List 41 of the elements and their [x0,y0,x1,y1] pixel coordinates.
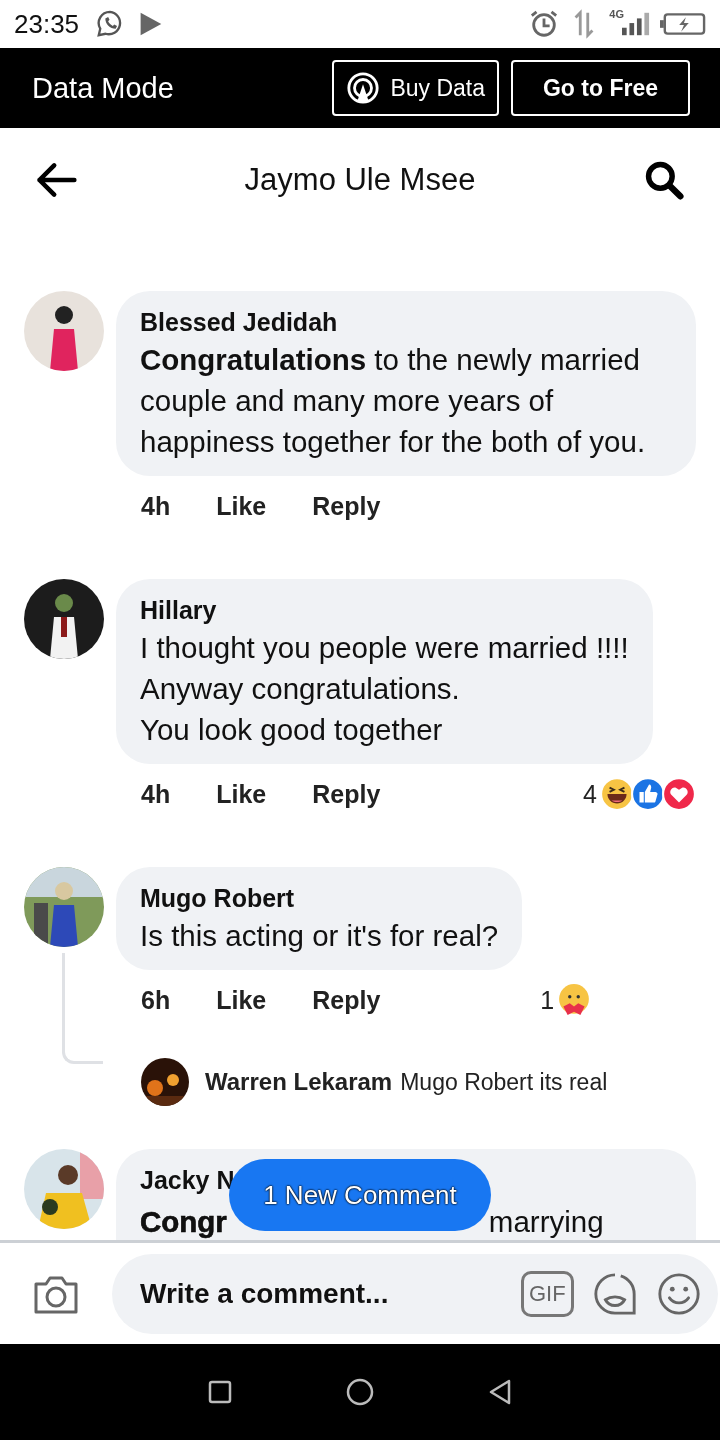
laughing-reaction-icon [600,777,634,811]
comment-text: I thought you people were married !!!! Anyway congratulations. You look good together [140,630,629,748]
comment-author[interactable]: Hillary [140,593,629,627]
like-link[interactable]: Like [216,491,267,521]
broadcast-icon [346,71,381,105]
reply-author[interactable]: Warren Lekaram [205,1068,393,1096]
comment-text: marrying [488,1204,604,1240]
buy-data-button[interactable]: Buy Data [332,60,499,116]
comment-time: 6h [141,985,171,1015]
reaction-count: 4 [583,779,597,809]
data-mode-title: Data Mode [32,71,174,105]
status-time: 23:35 [14,8,80,40]
alarm-icon [529,9,560,39]
comment-text: Is this acting or it's for real? [140,918,499,954]
reaction-count: 1 [540,985,555,1015]
reply-text: Mugo Robert its real [400,1068,608,1096]
go-to-free-button[interactable]: Go to Free [511,60,690,116]
network-type: 4G [609,8,624,20]
comment-author[interactable]: Mugo Robert [140,881,499,915]
comment-text: Congratulations to the newly married couple and many more years of happiness together for the both of you. [140,342,647,460]
battery-icon [660,12,706,36]
comment-input-field[interactable]: Write a comment... GIF [112,1253,718,1334]
comment-author[interactable]: Blessed Jedidah [140,305,672,339]
like-link[interactable]: Like [216,779,267,809]
comment-time: 4h [141,491,171,521]
reply-link[interactable]: Reply [312,491,381,521]
like-link[interactable]: Like [216,985,267,1015]
back-arrow-icon[interactable] [34,160,78,200]
comment-time: 4h [141,779,171,809]
signal-icon [622,12,650,36]
reply-link[interactable]: Reply [312,985,381,1015]
emoji-icon[interactable] [655,1270,702,1317]
gif-button[interactable]: GIF [521,1270,574,1317]
like-reaction-icon [631,777,665,811]
comment-text: Congr [140,1204,227,1240]
home-icon[interactable] [345,1377,375,1407]
post-author-title: Jaymo Ule Msee [244,162,476,198]
reply-link[interactable]: Reply [312,779,381,809]
heart-reaction-icon [662,777,696,811]
hugging-reaction-icon [557,983,592,1017]
sticker-icon[interactable] [591,1270,638,1317]
